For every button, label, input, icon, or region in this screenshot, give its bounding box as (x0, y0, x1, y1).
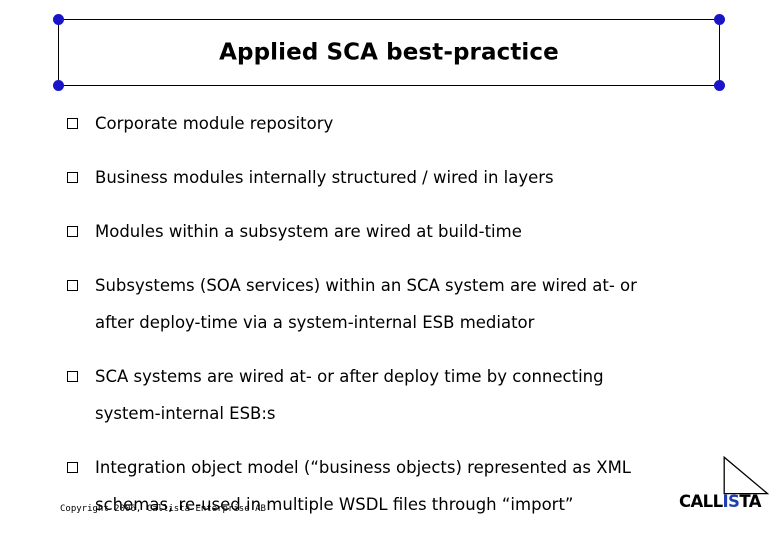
list-item: Corporate module repository (62, 105, 718, 142)
list-item-line: Subsystems (SOA services) within an SCA … (95, 276, 637, 295)
page-title: Applied SCA best-practice (219, 38, 559, 65)
triangle-mark-icon (723, 456, 769, 495)
resize-handle-top-right[interactable] (714, 14, 725, 25)
list-item-line: after deploy-time via a system-internal … (95, 313, 535, 332)
resize-handle-top-left[interactable] (53, 14, 64, 25)
title-placeholder[interactable]: Applied SCA best-practice (53, 14, 725, 91)
resize-handle-bottom-right[interactable] (714, 80, 725, 91)
logo-word-part-2: IS (722, 492, 740, 511)
square-bullet-icon (67, 118, 78, 129)
list-item: Modules within a subsystem are wired at … (62, 213, 718, 250)
list-item-line: Business modules internally structured /… (95, 168, 554, 187)
list-item-line: SCA systems are wired at- or after deplo… (95, 367, 604, 386)
square-bullet-icon (67, 226, 78, 237)
list-item: Subsystems (SOA services) within an SCA … (62, 267, 718, 341)
list-item: Business modules internally structured /… (62, 159, 718, 196)
list-item: SCA systems are wired at- or after deplo… (62, 358, 718, 432)
list-item-line: Integration object model (“business obje… (95, 458, 631, 477)
slide-canvas: Applied SCA best-practice Corporate modu… (0, 0, 780, 540)
square-bullet-icon (67, 172, 78, 183)
copyright-text: Copyright 2006, Callista Enterprise AB (60, 504, 266, 514)
body-placeholder[interactable]: Corporate module repository Business mod… (62, 105, 718, 523)
list-item-line: Modules within a subsystem are wired at … (95, 222, 522, 241)
logo-wordmark: CALLISTA (679, 493, 761, 511)
callista-logo: CALLISTA (679, 456, 771, 512)
logo-word-part-3: TA (739, 492, 761, 511)
square-bullet-icon (67, 462, 78, 473)
list-item-line: system-internal ESB:s (95, 404, 276, 423)
square-bullet-icon (67, 280, 78, 291)
resize-handle-bottom-left[interactable] (53, 80, 64, 91)
square-bullet-icon (67, 371, 78, 382)
list-item-line: Corporate module repository (95, 114, 334, 133)
logo-word-part-1: CALL (679, 492, 723, 511)
